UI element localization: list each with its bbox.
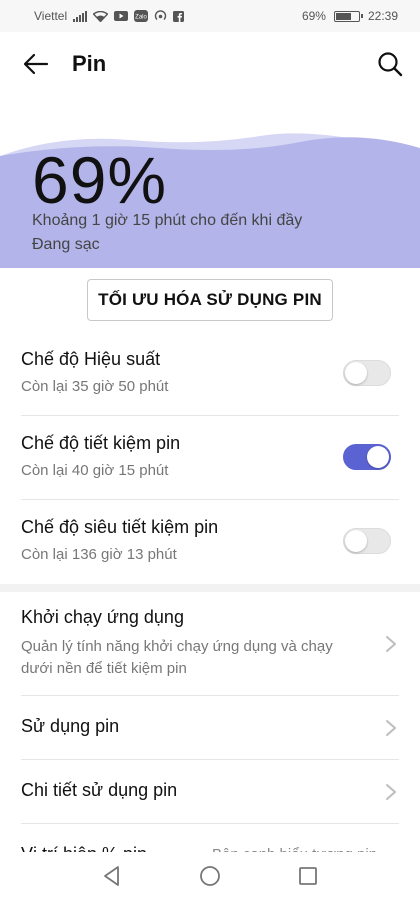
optimize-section: TỐI ƯU HÓA SỬ DỤNG PIN (0, 268, 420, 332)
battery-icon (333, 10, 363, 22)
setting-label: Sử dụng pin (21, 716, 120, 736)
status-left: Viettel Zalo (34, 9, 185, 23)
home-circle-icon (200, 866, 220, 886)
toggle-knob (345, 530, 367, 552)
mode-remaining: Còn lại 40 giờ 15 phút (21, 462, 169, 479)
section-divider (0, 584, 420, 592)
performance-mode-toggle[interactable] (343, 360, 391, 386)
nav-back-button[interactable] (98, 862, 126, 890)
setting-label: Khởi chạy ứng dụng (21, 607, 184, 627)
optimize-battery-button[interactable]: TỐI ƯU HÓA SỬ DỤNG PIN (87, 279, 333, 321)
mode-label: Chế độ tiết kiệm pin (21, 433, 181, 453)
ultra-power-saving-mode-toggle[interactable] (343, 528, 391, 554)
nav-home-button[interactable] (196, 862, 224, 890)
chevron-right-icon (386, 635, 396, 652)
charging-status: Đang sạc (32, 236, 100, 253)
battery-usage-row[interactable]: Sử dụng pin (21, 696, 399, 760)
setting-description: Quản lý tính năng khởi chạy ứng dụng và … (21, 638, 333, 677)
mode-label: Chế độ Hiệu suất (21, 349, 161, 369)
app-launch-row[interactable]: Khởi chạy ứng dụng Quản lý tính năng khở… (21, 592, 399, 696)
setting-label: Chi tiết sử dụng pin (21, 780, 178, 800)
back-button[interactable] (0, 32, 72, 96)
battery-fill (335, 12, 352, 20)
battery-usage-details-row[interactable]: Chi tiết sử dụng pin (21, 760, 399, 824)
wifi-icon (93, 10, 109, 22)
chevron-right-icon (386, 719, 396, 736)
search-icon (378, 52, 403, 77)
mode-remaining: Còn lại 35 giờ 50 phút (21, 378, 169, 395)
status-bar: Viettel Zalo 69% 22:39 (0, 0, 420, 32)
power-saving-mode-toggle[interactable] (343, 444, 391, 470)
mode-row-power-saving[interactable]: Chế độ tiết kiệm pin Còn lại 40 giờ 15 p… (21, 416, 399, 500)
clock: 22:39 (367, 9, 398, 23)
facebook-icon (173, 10, 185, 22)
toggle-knob (345, 362, 367, 384)
signal-icon (73, 10, 88, 22)
search-button[interactable] (360, 32, 420, 96)
nav-recents-button[interactable] (294, 862, 322, 890)
carrier-name: Viettel (34, 9, 68, 23)
settings-list: Chế độ Hiệu suất Còn lại 35 giờ 50 phút … (0, 332, 420, 864)
zalo-icon: Zalo (134, 10, 149, 22)
mode-remaining: Còn lại 136 giờ 13 phút (21, 546, 177, 563)
battery-hero: 69% Khoảng 1 giờ 15 phút cho đến khi đầy… (0, 96, 420, 268)
hotspot-icon (154, 10, 167, 22)
recents-square-icon (299, 867, 317, 885)
charge-time-remaining: Khoảng 1 giờ 15 phút cho đến khi đầy (32, 212, 303, 229)
youtube-icon (114, 10, 129, 22)
mode-row-performance[interactable]: Chế độ Hiệu suất Còn lại 35 giờ 50 phút (21, 332, 399, 416)
back-triangle-icon (104, 866, 119, 886)
battery-percentage: 69% (32, 143, 168, 217)
toggle-knob (367, 446, 389, 468)
svg-text:Zalo: Zalo (135, 15, 147, 21)
chevron-right-icon (386, 783, 396, 800)
app-header: Pin (0, 32, 420, 96)
page-title: Pin (72, 51, 107, 76)
battery-percent-text: 69% (301, 9, 326, 23)
mode-label: Chế độ siêu tiết kiệm pin (21, 517, 219, 537)
arrow-left-icon (23, 53, 49, 75)
mode-row-ultra-power-saving[interactable]: Chế độ siêu tiết kiệm pin Còn lại 136 gi… (21, 500, 399, 584)
status-right: 69% 22:39 (302, 9, 398, 23)
system-navbar (0, 852, 420, 900)
